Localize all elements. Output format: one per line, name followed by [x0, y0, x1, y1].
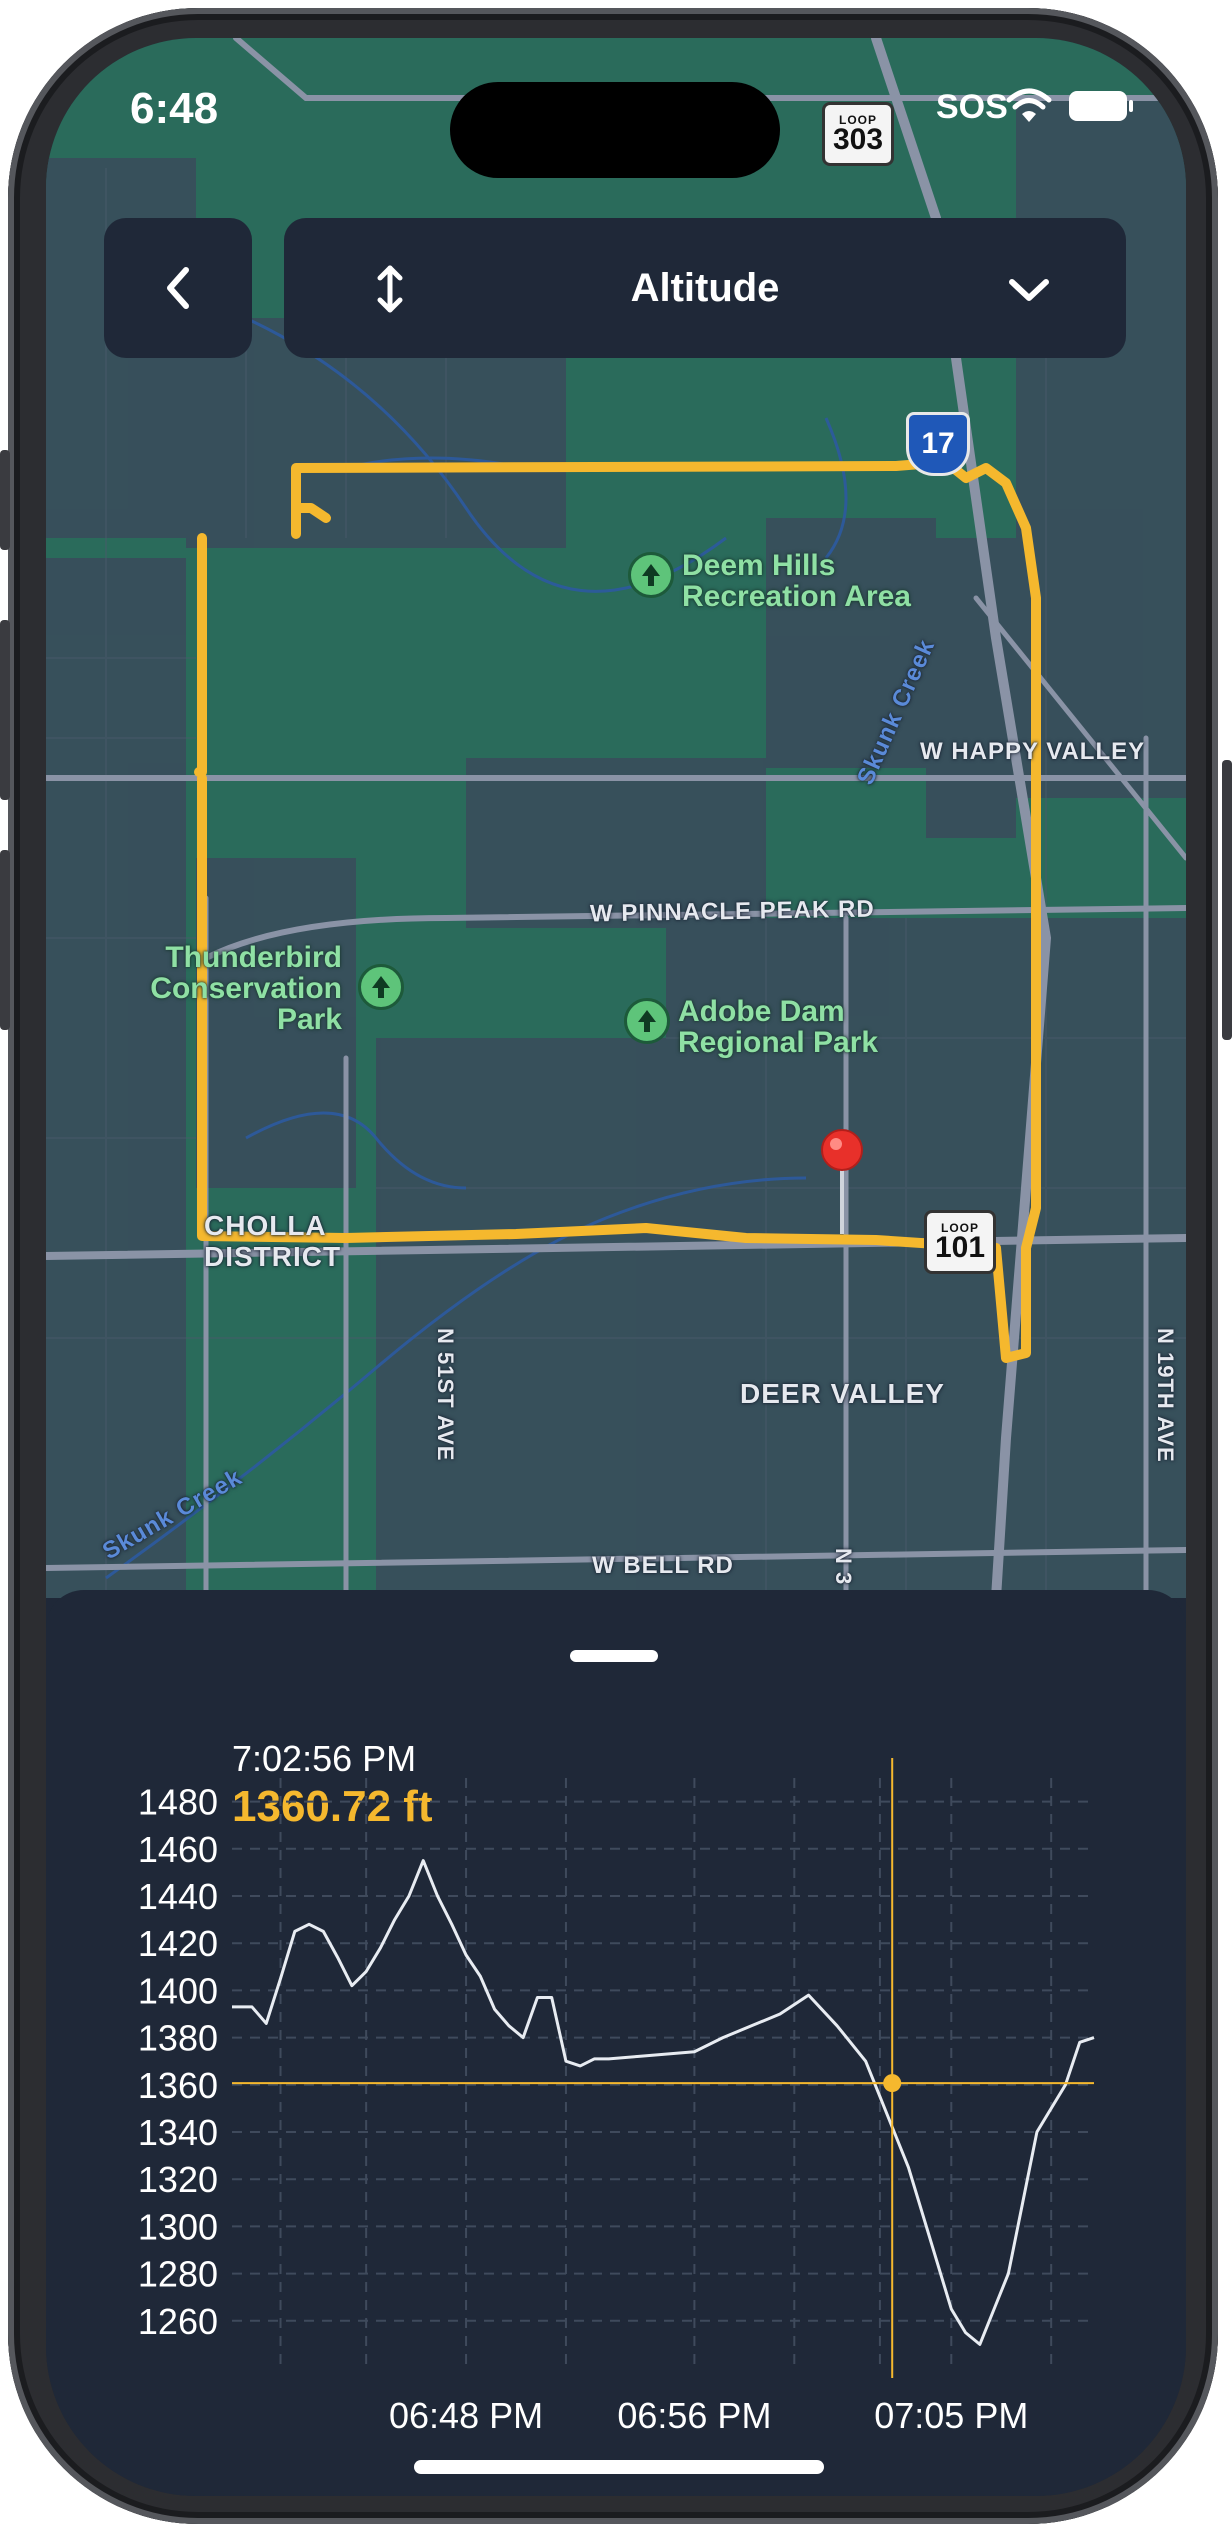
park-label-deem-hills[interactable]: Deem Hills Recreation Area: [682, 550, 911, 612]
area-label-cholla: CHOLLA DISTRICT: [204, 1210, 342, 1272]
park-label-thunderbird[interactable]: Thunderbird Conservation Park: [142, 942, 342, 1035]
x-tick-label: 06:48 PM: [389, 2395, 543, 2436]
y-tick-label: 1320: [138, 2159, 218, 2200]
metric-select[interactable]: Altitude: [284, 218, 1126, 358]
power-button: [1222, 760, 1232, 1040]
altitude-chart[interactable]: 1480 1460 1440 1420 1400 1380 1360 1340 1320 1300…: [46, 1718, 1186, 2468]
sheet-grabber[interactable]: [570, 1650, 658, 1662]
loop-303-shield: LOOP 303: [822, 102, 894, 166]
road-label: N 3: [831, 1548, 856, 1586]
metric-label: Altitude: [630, 266, 780, 310]
y-tick-label: 1280: [138, 2254, 218, 2295]
park-tree-icon: [358, 964, 404, 1010]
y-tick-label: 1300: [138, 2206, 218, 2247]
y-tick-label: 1420: [138, 1923, 218, 1964]
altitude-series-line: [232, 1859, 1095, 2346]
crosshair-point: [883, 2074, 902, 2093]
volume-down-button: [0, 850, 10, 1030]
back-button[interactable]: [104, 218, 252, 358]
y-tick-label: 1340: [138, 2112, 218, 2153]
park-tree-icon: [628, 552, 674, 598]
location-pin: [821, 1129, 863, 1171]
battery-icon: [1068, 90, 1134, 127]
y-tick-label: 1360: [138, 2065, 218, 2106]
chevron-left-icon: [167, 267, 189, 309]
road-label: N 51ST AVE: [433, 1328, 458, 1462]
home-indicator[interactable]: [414, 2460, 824, 2474]
road-label: W HAPPY VALLEY: [920, 738, 1146, 765]
action-button: [0, 450, 10, 550]
y-tick-label: 1480: [138, 1782, 218, 1823]
y-tick-label: 1400: [138, 1970, 218, 2011]
road-label: W BELL RD: [592, 1552, 734, 1579]
interstate-17-shield: 17: [906, 412, 970, 476]
x-tick-label: 07:05 PM: [874, 2395, 1028, 2436]
y-tick-label: 1460: [138, 1829, 218, 1870]
chevron-down-icon: [1009, 279, 1049, 301]
loop-101-shield: LOOP 101: [924, 1210, 996, 1274]
status-time: 6:48: [130, 84, 219, 133]
y-tick-label: 1440: [138, 1876, 218, 1917]
park-label-adobe-dam[interactable]: Adobe Dam Regional Park: [678, 996, 878, 1058]
volume-up-button: [0, 620, 10, 800]
park-tree-icon: [624, 998, 670, 1044]
status-sos: SOS: [936, 88, 1008, 126]
road-label: N 19TH AVE: [1153, 1328, 1178, 1463]
area-label-deer-valley: DEER VALLEY: [740, 1378, 945, 1409]
y-tick-label: 1380: [138, 2018, 218, 2059]
screen: LOOP 303 LOOP 101 17 Deem Hills Recreation…: [46, 38, 1186, 2496]
y-tick-label: 1260: [138, 2301, 218, 2342]
wifi-icon: [1006, 88, 1052, 129]
x-tick-label: 06:56 PM: [617, 2395, 771, 2436]
road-label: W PINNACLE PEAK RD: [589, 895, 875, 928]
dynamic-island: [450, 82, 780, 178]
